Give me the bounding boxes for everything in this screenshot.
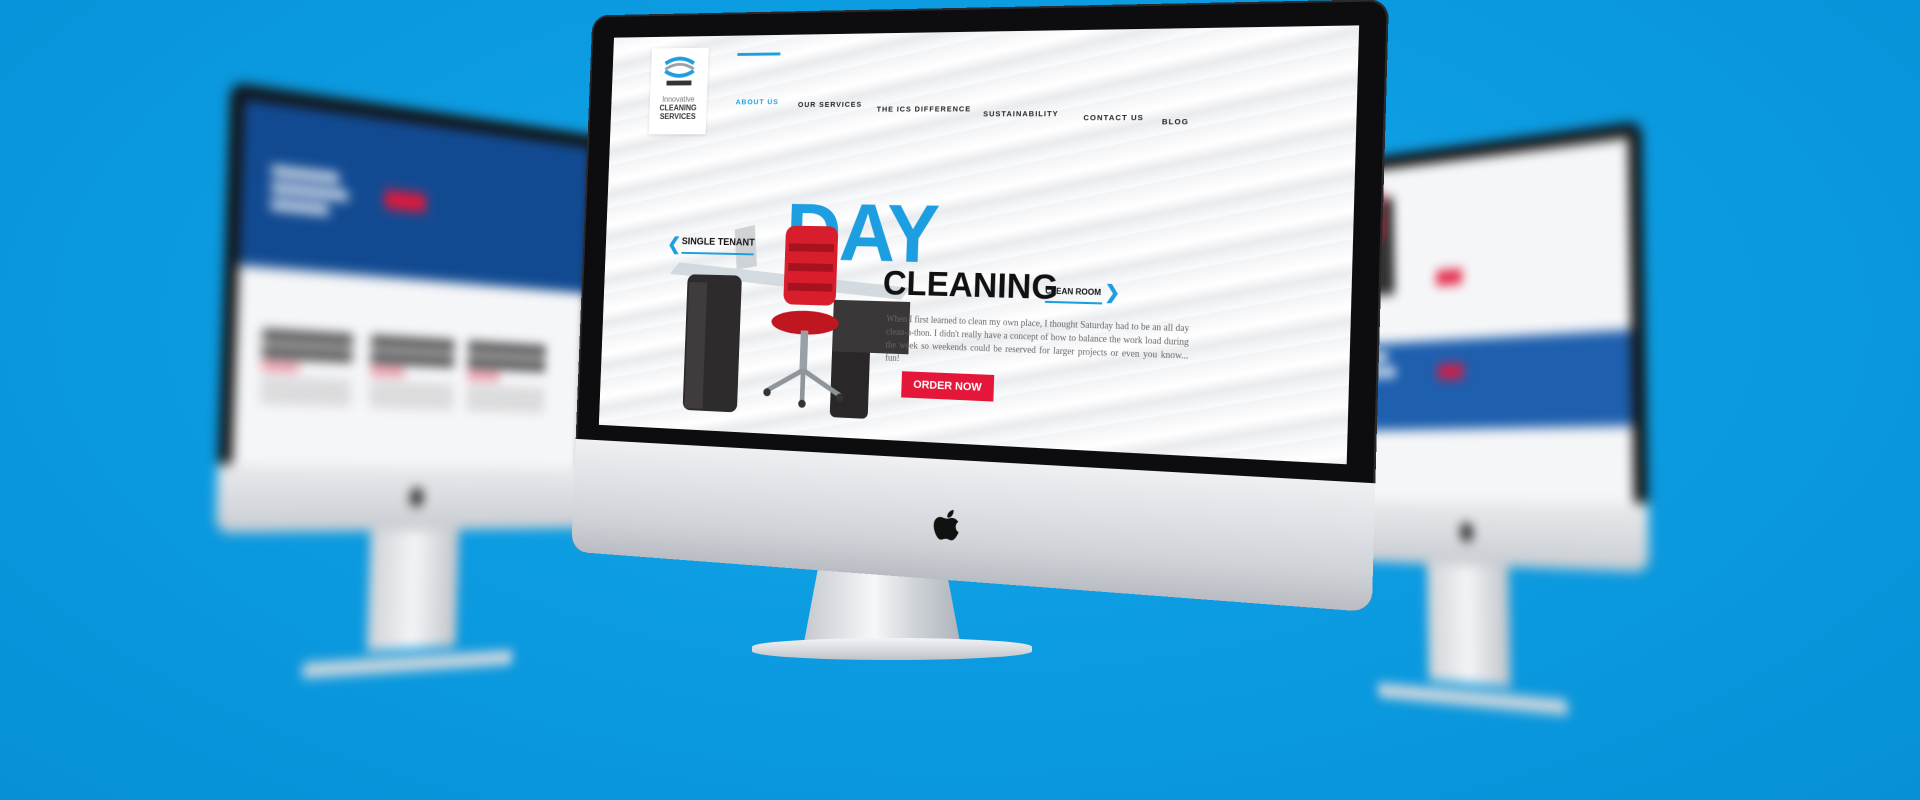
apple-logo-icon (932, 508, 961, 542)
logo-line-3: SERVICES (649, 112, 706, 121)
right-monitor-stand (1427, 558, 1510, 686)
logo-wave-icon (661, 55, 698, 88)
left-monitor-chin (216, 464, 591, 533)
logo-text: Innovative CLEANING SERVICES (649, 95, 707, 121)
main-monitor-chin (571, 439, 1375, 612)
apple-logo-icon (409, 488, 424, 506)
left-monitor-stand (367, 524, 460, 651)
right-monitor-base (1378, 683, 1568, 715)
left-screen-column (369, 336, 455, 413)
right-screen-red-button (1438, 364, 1464, 379)
prev-slide-label[interactable]: SINGLE TENANT (682, 236, 755, 248)
left-screen-column (260, 330, 353, 410)
right-screen-red-button (1436, 269, 1462, 285)
main-monitor-mockup: Innovative CLEANING SERVICES ABOUT US OU… (552, 8, 1372, 658)
order-now-button[interactable]: ORDER NOW (901, 371, 994, 401)
main-monitor-frame: Innovative CLEANING SERVICES ABOUT US OU… (571, 0, 1389, 612)
website-screen: Innovative CLEANING SERVICES ABOUT US OU… (599, 25, 1359, 464)
left-monitor-base (303, 650, 513, 678)
hero-title-cleaning: CLEANING (882, 264, 1058, 308)
main-monitor: Innovative CLEANING SERVICES ABOUT US OU… (571, 0, 1389, 612)
logo-line-2: CLEANING (650, 103, 707, 112)
logo-line-1: Innovative (650, 95, 707, 104)
left-monitor-mockup (211, 82, 601, 684)
main-nav: ABOUT US OUR SERVICES THE ICS DIFFERENCE… (736, 94, 1335, 97)
chevron-right-icon[interactable]: ❯ (1104, 282, 1120, 304)
chevron-left-icon[interactable]: ❮ (667, 234, 681, 254)
nav-our-services[interactable]: OUR SERVICES (798, 100, 863, 109)
nav-contact-us[interactable]: CONTACT US (1083, 113, 1144, 122)
left-screen-column (466, 342, 546, 416)
main-monitor-base (752, 638, 1032, 660)
next-slide-label[interactable]: CLEAN ROOM (1045, 286, 1101, 297)
left-monitor-screen (232, 99, 589, 471)
nav-about-us[interactable]: ABOUT US (736, 97, 779, 106)
left-monitor-frame (216, 82, 601, 533)
nav-ics-difference[interactable]: THE ICS DIFFERENCE (877, 104, 972, 113)
site-logo[interactable]: Innovative CLEANING SERVICES (649, 48, 709, 135)
nav-sustainability[interactable]: SUSTAINABILITY (983, 109, 1059, 118)
nav-blog[interactable]: BLOG (1162, 117, 1189, 126)
apple-logo-icon (1460, 523, 1474, 541)
